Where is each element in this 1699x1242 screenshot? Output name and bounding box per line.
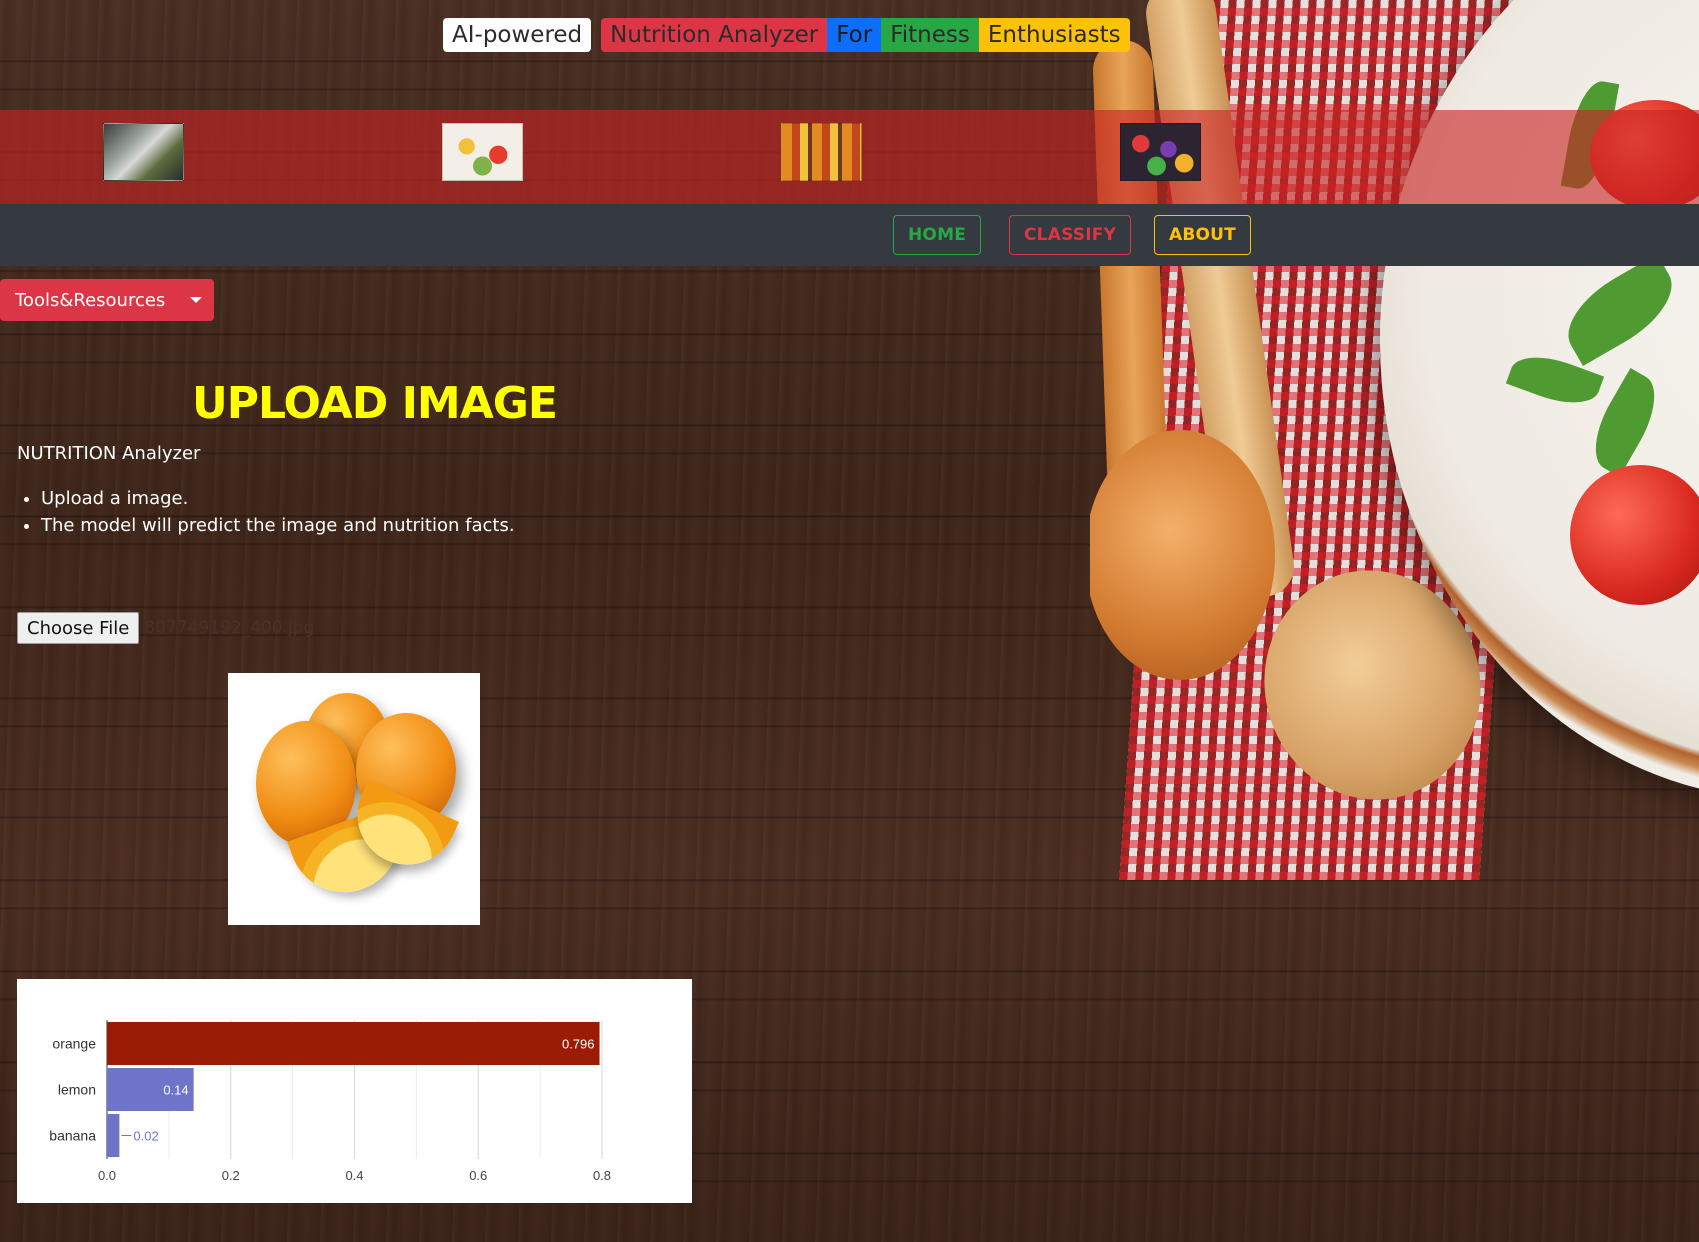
title-tag-fitness: Fitness [881, 18, 979, 52]
list-item: Upload a image. [41, 485, 515, 512]
caret-down-icon [190, 297, 202, 303]
bar-orange [107, 1022, 600, 1065]
category-label: lemon [58, 1082, 96, 1098]
x-tick-label: 0.8 [593, 1168, 611, 1183]
selected-filename: 807749192_400.jpg [144, 618, 315, 638]
thumbnail-fruit-platter [442, 123, 523, 181]
nav-home-button[interactable]: HOME [893, 215, 982, 255]
nav-classify-button[interactable]: CLASSIFY [1009, 215, 1132, 255]
x-tick-label: 0.2 [222, 1168, 240, 1183]
bar-banana [107, 1114, 120, 1157]
wooden-spoon-handle [1091, 39, 1169, 501]
uploaded-image-preview [228, 673, 480, 925]
category-label: banana [49, 1128, 96, 1144]
arugula-leaf [1505, 345, 1605, 415]
section-subtitle: NUTRITION Analyzer [17, 443, 201, 464]
arugula-leaf [1553, 254, 1687, 366]
instructions-list: Upload a image. The model will predict t… [17, 485, 515, 539]
x-tick-label: 0.0 [98, 1168, 116, 1183]
title-tag-enthusiasts: Enthusiasts [978, 18, 1130, 52]
x-tick-label: 0.6 [469, 1168, 487, 1183]
file-input[interactable]: Choose File 807749192_400.jpg [17, 612, 314, 644]
nav-about-button[interactable]: ABOUT [1154, 215, 1251, 255]
thumbnail-band [0, 110, 1699, 204]
prediction-chart: 0.0 0.2 0.4 0.6 0.8 orange 0.796 lemon 0.14 banan… [17, 979, 692, 1203]
wooden-spoon-bowl [1090, 430, 1275, 680]
title-tag-ai-powered: AI-powered [443, 18, 592, 52]
wooden-spoon-handle [1142, 0, 1298, 602]
thumbnail-fruit-market-crates [781, 123, 862, 181]
site-title: AI-powered Nutrition Analyzer For Fitnes… [443, 18, 1130, 52]
arugula-leaf [1580, 367, 1670, 478]
list-item: The model will predict the image and nut… [41, 512, 515, 539]
wooden-spoon-bowl [1238, 546, 1507, 824]
title-tag-for: For [827, 18, 882, 52]
page-heading: UPLOAD IMAGE [192, 378, 558, 429]
dropdown-label: Tools&Resources [15, 289, 166, 311]
x-tick-label: 0.4 [345, 1168, 363, 1183]
thumbnail-phone-food-photo [103, 123, 184, 181]
prediction-chart-svg: 0.0 0.2 0.4 0.6 0.8 orange 0.796 lemon 0.14 banan… [49, 1020, 611, 1183]
data-label: 0.14 [163, 1083, 188, 1098]
data-label: 0.796 [562, 1037, 595, 1052]
title-tag-nutrition-analyzer: Nutrition Analyzer [601, 18, 828, 52]
navbar: HOME CLASSIFY ABOUT [0, 204, 1699, 266]
data-label: 0.02 [133, 1129, 158, 1144]
choose-file-button[interactable]: Choose File [17, 612, 140, 644]
tomato [1570, 465, 1699, 605]
category-label: orange [52, 1036, 96, 1052]
tools-resources-dropdown[interactable]: Tools&Resources [0, 279, 214, 321]
thumbnail-mixed-fruits [1120, 123, 1201, 181]
